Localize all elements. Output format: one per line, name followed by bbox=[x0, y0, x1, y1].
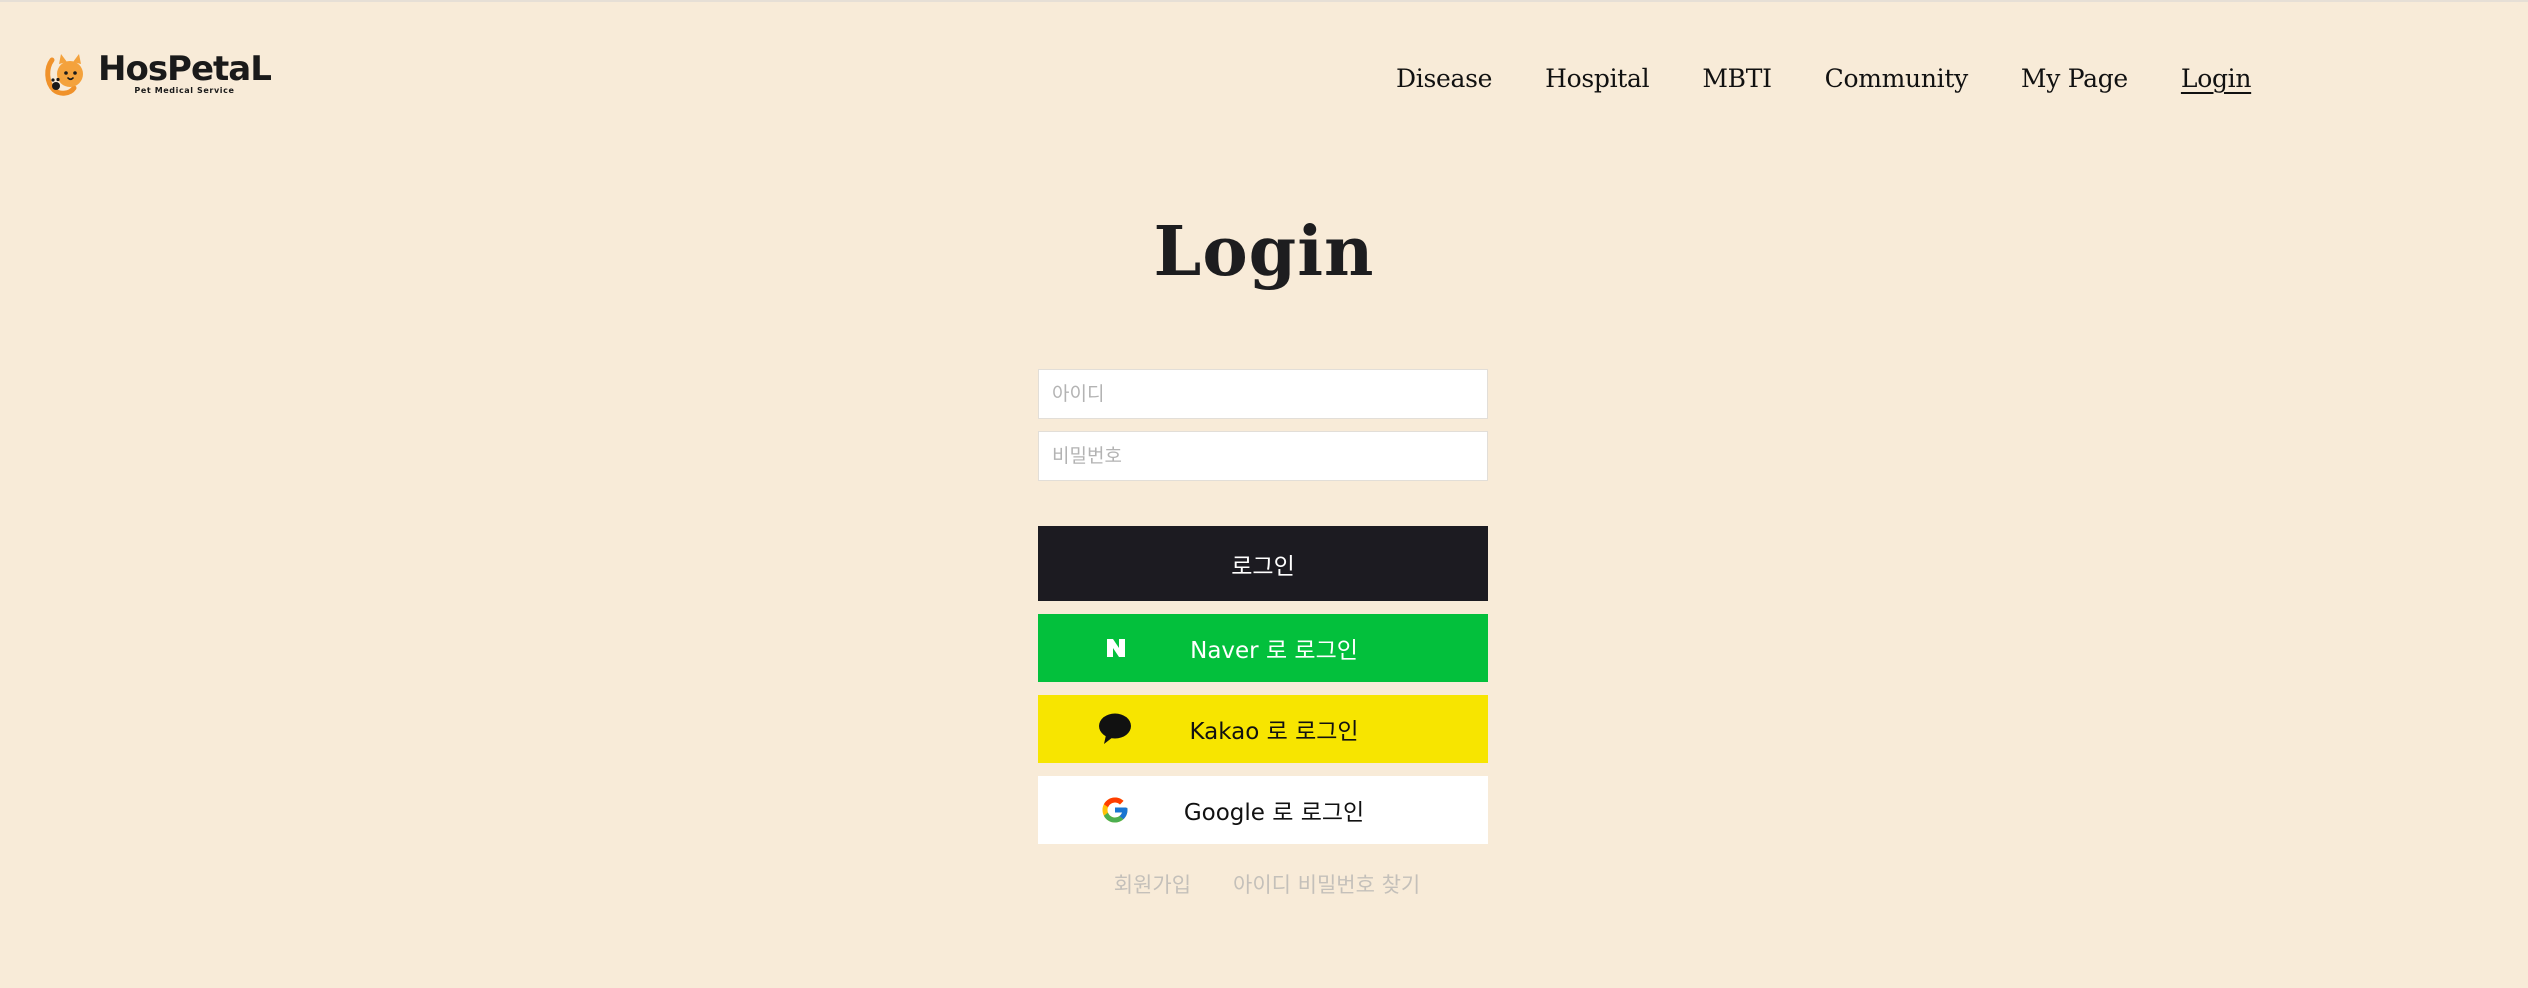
brand-name: HosPetaL bbox=[98, 48, 272, 89]
login-button[interactable]: 로그인 bbox=[1038, 526, 1488, 601]
account-links: 회원가입 아이디 비밀번호 찾기 bbox=[1038, 869, 1488, 899]
main-nav: Disease Hospital MBTI Community My Page … bbox=[1396, 58, 2251, 98]
nav-mbti[interactable]: MBTI bbox=[1702, 64, 1772, 93]
login-button-label: 로그인 bbox=[1231, 553, 1295, 580]
page-title: Login bbox=[1153, 212, 1375, 292]
nav-disease[interactable]: Disease bbox=[1396, 64, 1492, 93]
nav-login[interactable]: Login bbox=[2181, 64, 2252, 93]
logo-text: HosPetaL Pet Medical Service bbox=[98, 48, 272, 95]
brand-logo[interactable]: HosPetaL Pet Medical Service bbox=[42, 46, 272, 100]
kakao-login-label: Kakao 로 로그인 bbox=[1189, 719, 1359, 745]
password-input[interactable] bbox=[1038, 431, 1488, 481]
nav-my-page[interactable]: My Page bbox=[2021, 64, 2128, 93]
nav-community[interactable]: Community bbox=[1825, 64, 1969, 93]
find-account-link[interactable]: 아이디 비밀번호 찾기 bbox=[1233, 869, 1420, 899]
brand-tagline: Pet Medical Service bbox=[134, 85, 235, 95]
id-input[interactable] bbox=[1038, 369, 1488, 419]
naver-n-icon bbox=[1105, 637, 1127, 659]
google-login-label: Google 로 로그인 bbox=[1183, 800, 1365, 826]
naver-login-label: Naver 로 로그인 bbox=[1190, 638, 1358, 664]
login-form: 로그인 Naver 로 로그인 Kakao 로 로그인 Goog bbox=[1038, 369, 1488, 899]
nav-hospital[interactable]: Hospital bbox=[1545, 64, 1650, 93]
naver-login-button[interactable]: Naver 로 로그인 bbox=[1038, 614, 1488, 682]
kakao-speech-bubble-icon bbox=[1097, 712, 1133, 746]
google-login-button[interactable]: Google 로 로그인 bbox=[1038, 776, 1488, 844]
google-g-icon bbox=[1100, 795, 1130, 825]
pet-logo-icon bbox=[45, 54, 83, 96]
signup-link[interactable]: 회원가입 bbox=[1114, 869, 1191, 899]
kakao-login-button[interactable]: Kakao 로 로그인 bbox=[1038, 695, 1488, 763]
